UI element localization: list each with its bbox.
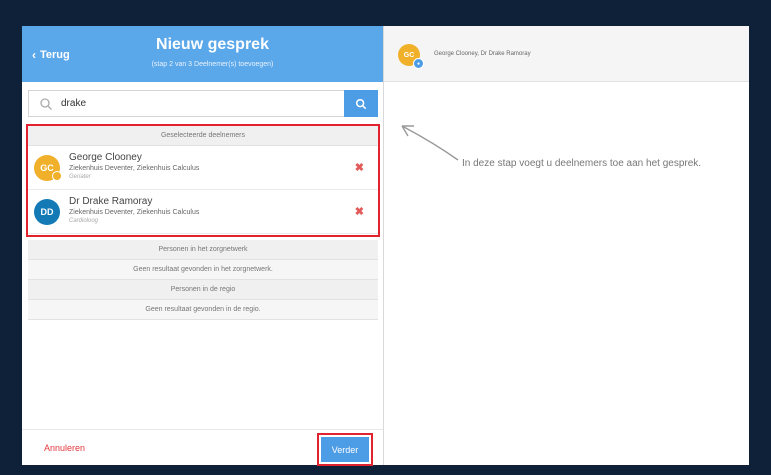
participant-role: Cardioloog — [69, 218, 99, 224]
search-input[interactable] — [61, 98, 261, 109]
participant-panel: ‹ Terug Nieuw gesprek (stap 2 van 3 Deel… — [22, 26, 384, 466]
participants-label: George Clooney, Dr Drake Ramoray — [434, 51, 531, 57]
search-button[interactable] — [344, 90, 378, 117]
arrow-pointer-icon — [401, 125, 459, 161]
remove-participant-button[interactable]: ✖ — [355, 205, 364, 218]
instruction-text: In deze stap voegt u deelnemers toe aan … — [462, 158, 702, 169]
section-heading-network: Personen in het zorgnetwerk — [28, 240, 378, 260]
participant-organisation: Ziekenhuis Deventer, Ziekenhuis Calculus — [69, 165, 200, 172]
participant-name: Dr Drake Ramoray — [69, 196, 153, 207]
search-icon — [40, 97, 52, 110]
next-button[interactable]: Verder — [321, 437, 369, 462]
conversation-header: GC ● George Clooney, Dr Drake Ramoray — [384, 26, 749, 82]
avatar: GC ● — [398, 44, 424, 69]
cancel-button[interactable]: Annuleren — [44, 443, 85, 453]
step-subtitle: (stap 2 van 3 Deelnemer(s) toevoegen) — [151, 61, 274, 68]
group-badge-icon: ● — [413, 58, 424, 69]
selected-participants: Geselecteerde deelnemers GC George Cloon… — [26, 124, 380, 237]
empty-result-region: Geen resultaat gevonden in de regio. — [28, 300, 378, 320]
participant-role: Geriater — [69, 174, 91, 180]
search-icon — [355, 98, 367, 109]
page-title: Nieuw gesprek — [156, 36, 269, 53]
empty-result-network: Geen resultaat gevonden in het zorgnetwe… — [28, 260, 378, 280]
next-button-highlight: Verder — [317, 433, 373, 466]
avatar: DD — [34, 199, 60, 225]
participant-row: DD Dr Drake Ramoray Ziekenhuis Deventer,… — [28, 190, 378, 234]
panel-header: ‹ Terug Nieuw gesprek (stap 2 van 3 Deel… — [22, 26, 383, 82]
avatar: GC — [34, 155, 62, 181]
search-field[interactable] — [28, 90, 344, 117]
section-heading-region: Personen in de regio — [28, 280, 378, 300]
remove-participant-button[interactable]: ✖ — [355, 161, 364, 174]
app-window: ‹ Terug Nieuw gesprek (stap 2 van 3 Deel… — [22, 26, 749, 466]
search-bar — [28, 90, 378, 117]
conversation-panel: GC ● George Clooney, Dr Drake Ramoray In… — [384, 26, 749, 465]
participant-name: George Clooney — [69, 152, 142, 163]
participant-organisation: Ziekenhuis Deventer, Ziekenhuis Calculus — [69, 209, 200, 216]
search-results: Personen in het zorgnetwerk Geen resulta… — [28, 240, 378, 320]
selected-heading: Geselecteerde deelnemers — [28, 126, 378, 146]
panel-footer: Annuleren Verder — [22, 429, 383, 466]
status-badge — [52, 171, 62, 181]
participant-row: GC George Clooney Ziekenhuis Deventer, Z… — [28, 146, 378, 190]
